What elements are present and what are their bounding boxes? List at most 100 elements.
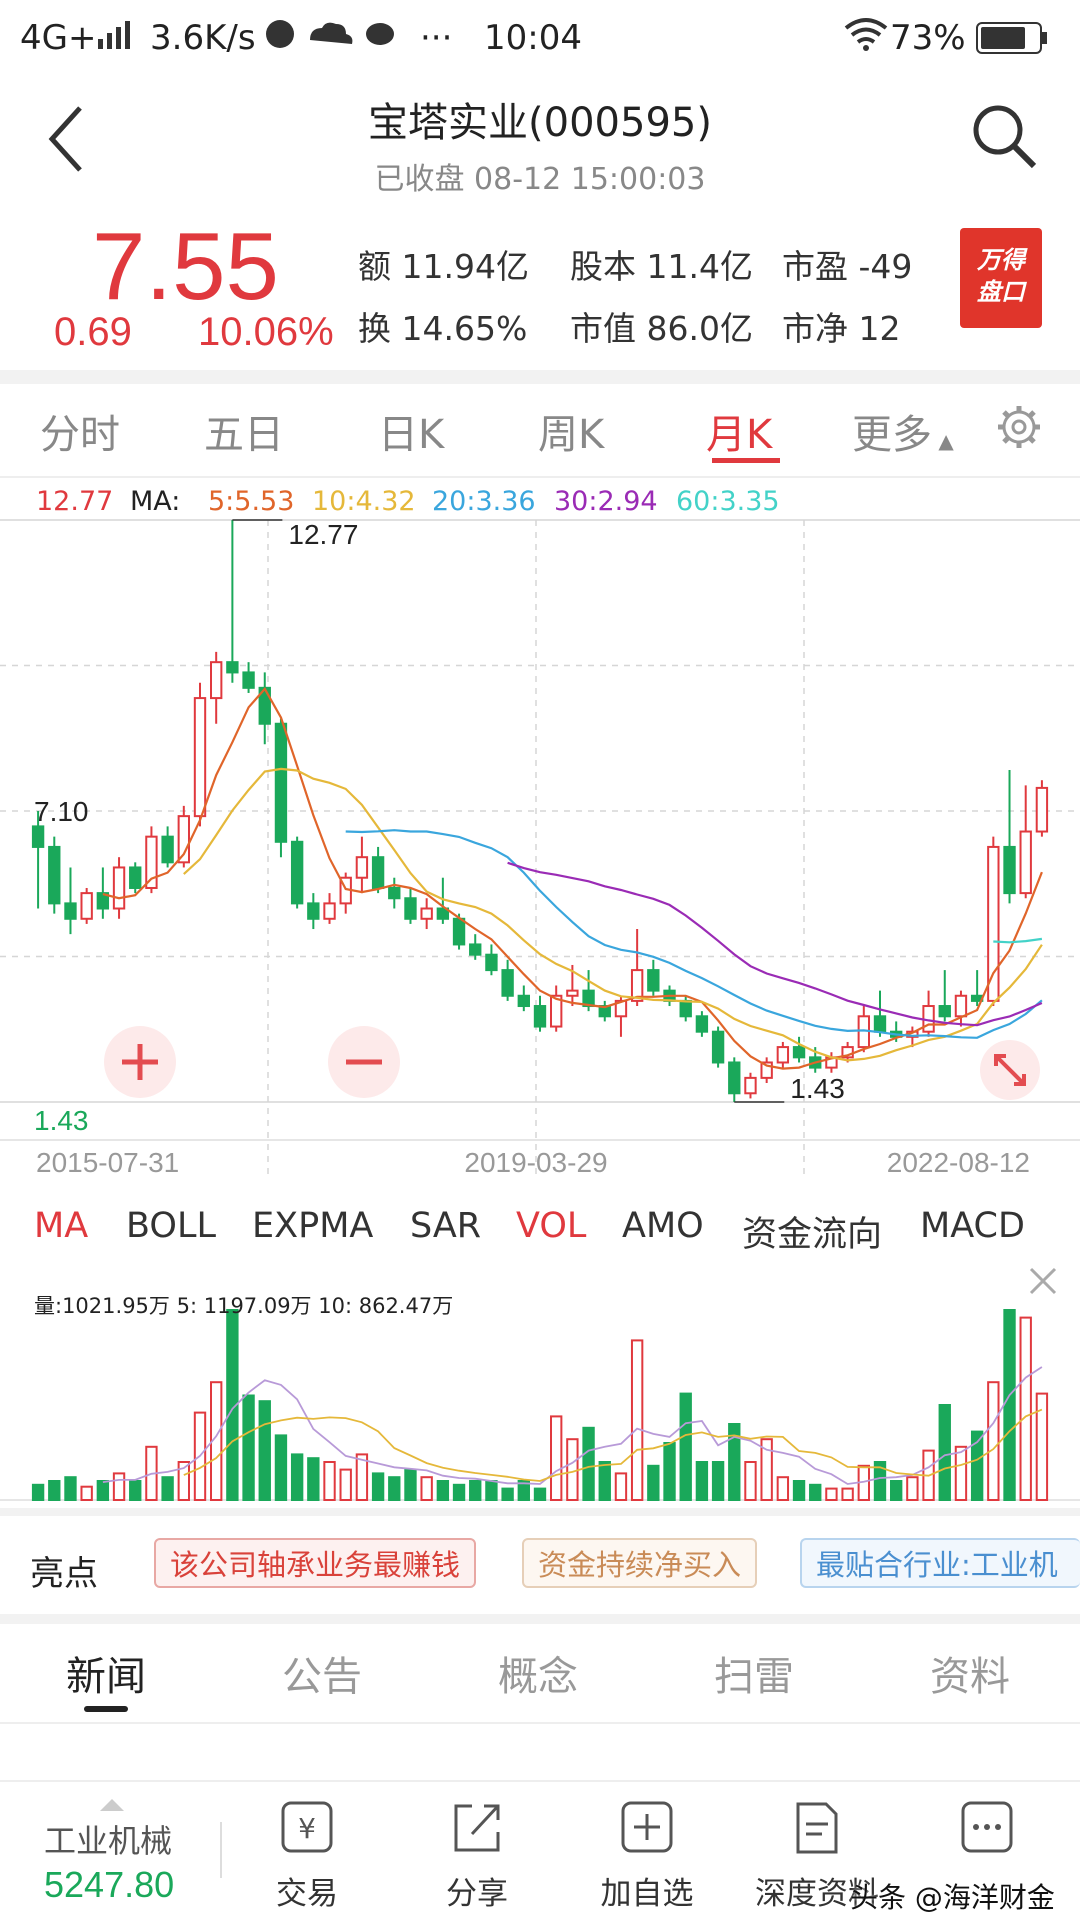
- caret-up-icon: [100, 1796, 124, 1815]
- candle: [452, 917, 466, 946]
- divider: [0, 370, 1080, 384]
- status-bar: 4G+ 3.6K/s ··· 10:04 73%: [0, 0, 1080, 76]
- clock: 10:04: [484, 18, 582, 58]
- stat-amount: 额 11.94亿: [358, 247, 529, 286]
- highlight-tag[interactable]: 该公司轴承业务最赚钱: [154, 1538, 477, 1588]
- volume-bar: [129, 1480, 142, 1501]
- volume-bar: [954, 1445, 968, 1501]
- volume-legend: 量:1021.95万 5: 1197.09万 10: 862.47万: [34, 1294, 454, 1318]
- tab-five-day[interactable]: 五日: [204, 402, 284, 460]
- svg-text:¥: ¥: [298, 1812, 316, 1845]
- wifi-icon: [844, 16, 888, 61]
- volume-bar: [1019, 1316, 1032, 1501]
- last-price: 7.55: [92, 213, 279, 320]
- sector-name[interactable]: 工业机械: [44, 1816, 172, 1862]
- tab-risk-scan[interactable]: 扫雷: [714, 1644, 794, 1702]
- add-watchlist-button[interactable]: 加自选: [562, 1782, 732, 1922]
- volume-bar: [258, 1400, 271, 1502]
- stat-shares: 股本 11.4亿: [570, 247, 753, 286]
- candle: [210, 661, 223, 700]
- volume-bar: [80, 1485, 93, 1502]
- volume-bar: [533, 1487, 547, 1501]
- share-button[interactable]: 分享: [392, 1782, 562, 1922]
- candle: [485, 953, 498, 972]
- x-tick-label: 2022-08-12: [887, 1147, 1030, 1178]
- volume-bar: [31, 1483, 45, 1501]
- tab-daily-k[interactable]: 日K: [378, 402, 444, 460]
- candle: [404, 897, 417, 920]
- candle: [873, 1015, 887, 1033]
- max-label: 12.77: [288, 519, 358, 550]
- candle: [290, 840, 304, 905]
- tab-more[interactable]: 更多 ▲: [852, 402, 954, 460]
- minus-icon: [346, 1059, 382, 1065]
- settings-icon[interactable]: [996, 404, 1042, 454]
- volume-bar: [96, 1480, 110, 1501]
- search-icon[interactable]: [970, 102, 1040, 176]
- candle: [776, 1046, 790, 1064]
- add-watchlist-label: 加自选: [600, 1876, 694, 1912]
- indicator-capital-flow[interactable]: 资金流向: [742, 1206, 882, 1257]
- candle: [566, 989, 579, 997]
- tab-profile[interactable]: 资料: [930, 1644, 1010, 1702]
- share-label: 分享: [446, 1876, 508, 1912]
- zoom-in-button[interactable]: [104, 1026, 176, 1098]
- candle: [48, 845, 61, 905]
- volume-bar: [274, 1434, 288, 1502]
- watermark: 头条 @海洋财金: [850, 1881, 1055, 1914]
- tab-announcements[interactable]: 公告: [282, 1644, 362, 1702]
- divider: [0, 1614, 1080, 1624]
- highlight-tag[interactable]: 最贴合行业:工业机: [800, 1538, 1080, 1588]
- indicator-expma[interactable]: EXPMA: [252, 1206, 373, 1246]
- volume-bar: [663, 1442, 676, 1501]
- close-icon[interactable]: [1028, 1266, 1058, 1300]
- battery-icon: [976, 22, 1048, 63]
- tab-monthly-k[interactable]: 月K: [706, 402, 772, 460]
- volume-bar: [890, 1480, 903, 1501]
- volume-bar: [614, 1472, 628, 1502]
- header: 宝塔实业(000595) 已收盘 08-12 15:00:03: [0, 76, 1080, 206]
- candle: [987, 845, 1000, 1002]
- indicator-macd[interactable]: MACD: [920, 1206, 1025, 1246]
- indicator-boll[interactable]: BOLL: [126, 1206, 216, 1246]
- fullscreen-button[interactable]: [980, 1040, 1040, 1100]
- zoom-out-button[interactable]: [328, 1026, 400, 1098]
- sector-value[interactable]: 5247.80: [44, 1864, 174, 1906]
- volume-bar: [711, 1461, 725, 1501]
- signal-icon: [96, 18, 136, 58]
- highlight-tag[interactable]: 资金持续净买入: [522, 1538, 758, 1588]
- indicator-sar[interactable]: SAR: [410, 1206, 481, 1246]
- candle: [226, 661, 239, 674]
- volume-bar: [485, 1480, 498, 1501]
- wande-orderbook-button[interactable]: 万得 盘口: [960, 228, 1042, 328]
- tab-news[interactable]: 新闻: [66, 1644, 146, 1702]
- app-notification-icon: [262, 16, 412, 61]
- volume-bar: [695, 1461, 709, 1501]
- indicator-ma[interactable]: MA: [34, 1206, 88, 1246]
- add-icon: [621, 1801, 673, 1853]
- volume-bar: [388, 1476, 401, 1502]
- volume-bar: [1035, 1392, 1049, 1501]
- candle: [307, 902, 320, 920]
- kline-chart[interactable]: 12.77 1.43 7.10 1.43 2015-07-31 2019-03-29 202…: [0, 470, 1080, 1530]
- tab-intraday[interactable]: 分时: [40, 402, 120, 460]
- candle: [711, 1030, 725, 1064]
- candle: [112, 866, 126, 910]
- tab-concepts[interactable]: 概念: [498, 1644, 578, 1702]
- price-level-label: 7.10: [34, 796, 89, 827]
- volume-bar: [161, 1476, 174, 1502]
- network-speed: 3.6K/s: [150, 18, 256, 58]
- expand-icon: [994, 1054, 1026, 1086]
- candle: [420, 907, 433, 920]
- indicator-vol[interactable]: VOL: [516, 1206, 586, 1246]
- volume-bar: [906, 1476, 919, 1502]
- candle: [371, 856, 385, 889]
- candle: [145, 835, 158, 889]
- trade-button[interactable]: ¥ 交易: [222, 1782, 392, 1922]
- indicator-amo[interactable]: AMO: [622, 1206, 704, 1246]
- volume-bar: [290, 1453, 304, 1502]
- volume-bar: [242, 1394, 255, 1501]
- more-icon: [961, 1801, 1013, 1853]
- tab-weekly-k[interactable]: 周K: [538, 402, 604, 460]
- plus-icon: [122, 1044, 158, 1080]
